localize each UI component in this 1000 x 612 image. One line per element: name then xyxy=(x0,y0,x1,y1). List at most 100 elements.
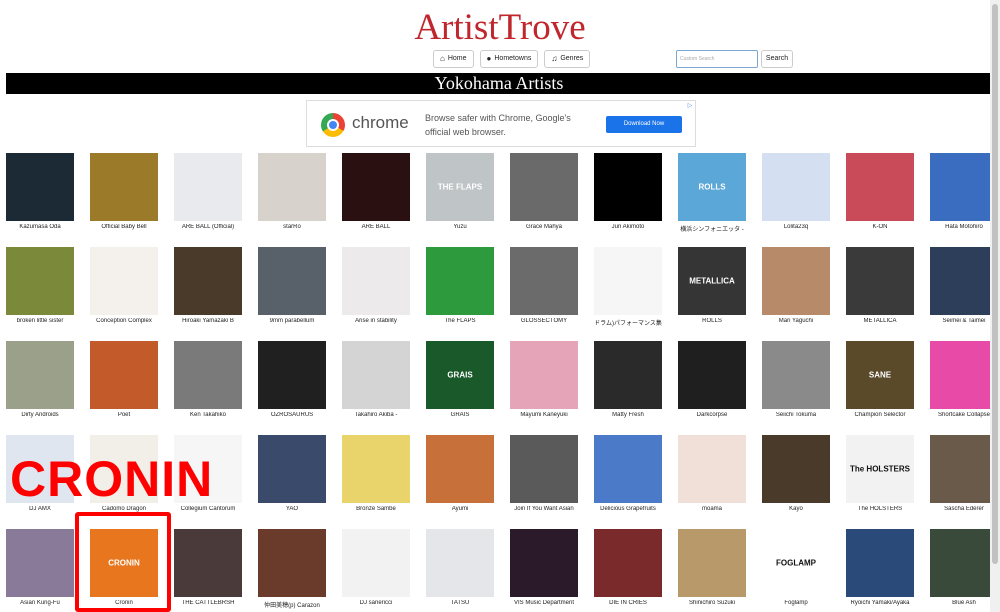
artist-card[interactable]: starRo xyxy=(258,153,326,230)
artist-card[interactable]: THE FLAPS Yuzu xyxy=(426,153,494,230)
artist-card[interactable]: YAO xyxy=(258,435,326,512)
artist-thumbnail[interactable] xyxy=(594,435,662,503)
artist-thumbnail[interactable] xyxy=(594,247,662,315)
artist-name[interactable]: Arise in stability xyxy=(339,318,413,324)
artist-name[interactable]: 9mm parabellum xyxy=(255,318,329,324)
artist-card[interactable]: 9mm parabellum xyxy=(258,247,326,324)
artist-card[interactable]: THE CATTLEBRSH xyxy=(174,529,242,606)
artist-thumbnail[interactable] xyxy=(594,153,662,221)
artist-card[interactable]: Conception Complex xyxy=(90,247,158,324)
artist-thumbnail[interactable] xyxy=(174,341,242,409)
artist-name[interactable]: Ryoichi Yamaki/Ayaka xyxy=(843,600,917,606)
artist-thumbnail[interactable] xyxy=(762,153,830,221)
artist-card[interactable]: ドラム)パフォーマンス集 xyxy=(594,247,662,327)
artist-name[interactable]: METALLICA xyxy=(843,318,917,324)
artist-card[interactable]: Kayo xyxy=(762,435,830,512)
artist-card[interactable]: Grace Mahya xyxy=(510,153,578,230)
artist-thumbnail[interactable]: GRAIS xyxy=(426,341,494,409)
artist-thumbnail[interactable]: METALLICA xyxy=(678,247,746,315)
artist-card[interactable]: METALLICA xyxy=(846,247,914,324)
artist-card[interactable]: Delicious Grapefruits xyxy=(594,435,662,512)
artist-thumbnail[interactable] xyxy=(678,529,746,597)
artist-card[interactable]: Dirty Androids xyxy=(6,341,74,418)
artist-thumbnail[interactable] xyxy=(342,247,410,315)
artist-card[interactable]: Shinichiro Suzuki xyxy=(678,529,746,606)
artist-name[interactable]: Dirty Androids xyxy=(3,412,77,418)
artist-card[interactable]: Poet xyxy=(90,341,158,418)
search-button[interactable]: Search xyxy=(761,50,793,68)
artist-card[interactable]: Jun Akimoto xyxy=(594,153,662,230)
artist-card[interactable]: ARE BALL xyxy=(342,153,410,230)
artist-thumbnail[interactable] xyxy=(678,435,746,503)
artist-name[interactable]: Mari Yaguchi xyxy=(759,318,833,324)
artist-card[interactable]: OZROSAURUS xyxy=(258,341,326,418)
artist-name[interactable]: Bronze Sambe xyxy=(339,506,413,512)
artist-card[interactable]: Takahiro Akiba - xyxy=(342,341,410,418)
search-input[interactable]: Custom Search xyxy=(676,50,758,68)
artist-card[interactable]: Arise in stability xyxy=(342,247,410,324)
artist-card[interactable]: Asian Kung-Fu xyxy=(6,529,74,606)
artist-card[interactable]: Shortcake Collapse xyxy=(930,341,998,418)
artist-card[interactable]: Matty Fresh xyxy=(594,341,662,418)
artist-name[interactable]: GRAIS xyxy=(423,412,497,418)
artist-name[interactable]: Foglamp xyxy=(759,600,833,606)
artist-name[interactable]: VIS Music Department xyxy=(507,600,581,606)
scrollbar-thumb[interactable] xyxy=(992,4,998,564)
scrollbar[interactable] xyxy=(990,0,1000,612)
artist-name[interactable]: Conception Complex xyxy=(87,318,161,324)
artist-card[interactable]: GLOSSECTOMY xyxy=(510,247,578,324)
artist-thumbnail[interactable] xyxy=(342,435,410,503)
artist-thumbnail[interactable] xyxy=(342,529,410,597)
artist-name[interactable]: Asian Kung-Fu xyxy=(3,600,77,606)
ad-download-button[interactable]: Download Now xyxy=(606,116,682,133)
artist-name[interactable]: Shinichiro Suzuki xyxy=(675,600,749,606)
artist-thumbnail[interactable]: The HOLSTERS xyxy=(846,435,914,503)
artist-card[interactable]: ROLLS 横浜シンフォニエッタ - xyxy=(678,153,746,233)
artist-thumbnail[interactable] xyxy=(258,435,326,503)
artist-thumbnail[interactable] xyxy=(846,247,914,315)
artist-card[interactable]: ARE BALL (Official) xyxy=(174,153,242,230)
artist-name[interactable]: moama xyxy=(675,506,749,512)
artist-card[interactable]: Official Baby Bell xyxy=(90,153,158,230)
artist-thumbnail[interactable] xyxy=(90,153,158,221)
artist-name[interactable]: Hiroaki Yamazaki B xyxy=(171,318,245,324)
artist-name[interactable]: TATSU xyxy=(423,600,497,606)
artist-card[interactable]: Hata Motohiro xyxy=(930,153,998,230)
artist-name[interactable]: DJ sanericci xyxy=(339,600,413,606)
artist-card[interactable]: TATSU xyxy=(426,529,494,606)
artist-thumbnail[interactable] xyxy=(258,341,326,409)
artist-card[interactable]: DJ sanericci xyxy=(342,529,410,606)
artist-name[interactable]: Kazumasa Oda xyxy=(3,224,77,230)
artist-thumbnail[interactable] xyxy=(258,153,326,221)
artist-thumbnail[interactable] xyxy=(6,247,74,315)
artist-name[interactable]: Ayumi xyxy=(423,506,497,512)
artist-thumbnail[interactable] xyxy=(174,153,242,221)
artist-thumbnail[interactable] xyxy=(930,341,998,409)
artist-name[interactable]: K-ON xyxy=(843,224,917,230)
artist-thumbnail[interactable] xyxy=(510,529,578,597)
nav-home-button[interactable]: ⌂ Home xyxy=(433,50,474,68)
artist-thumbnail[interactable] xyxy=(930,247,998,315)
ad-choices-icon[interactable]: ▷ xyxy=(686,102,694,110)
artist-thumbnail[interactable] xyxy=(510,435,578,503)
artist-card[interactable]: Blue Ash xyxy=(930,529,998,606)
artist-thumbnail[interactable] xyxy=(258,247,326,315)
artist-thumbnail[interactable]: FOGLAMP xyxy=(762,529,830,597)
artist-card[interactable]: GRAIS GRAIS xyxy=(426,341,494,418)
artist-name[interactable]: ARE BALL (Official) xyxy=(171,224,245,230)
artist-name[interactable]: Yuzu xyxy=(423,224,497,230)
artist-thumbnail[interactable]: SANE xyxy=(846,341,914,409)
artist-name[interactable]: Seiichi Tokuma xyxy=(759,412,833,418)
artist-thumbnail[interactable] xyxy=(174,529,242,597)
artist-thumbnail[interactable] xyxy=(762,435,830,503)
artist-name[interactable]: Jun Akimoto xyxy=(591,224,665,230)
artist-thumbnail[interactable] xyxy=(678,341,746,409)
artist-name[interactable]: Grace Mahya xyxy=(507,224,581,230)
artist-thumbnail[interactable] xyxy=(426,529,494,597)
artist-thumbnail[interactable] xyxy=(6,529,74,597)
artist-name[interactable]: 横浜シンフォニエッタ - xyxy=(675,224,749,233)
artist-thumbnail[interactable] xyxy=(6,153,74,221)
artist-thumbnail[interactable] xyxy=(762,341,830,409)
artist-thumbnail[interactable] xyxy=(930,529,998,597)
artist-thumbnail[interactable]: ROLLS xyxy=(678,153,746,221)
